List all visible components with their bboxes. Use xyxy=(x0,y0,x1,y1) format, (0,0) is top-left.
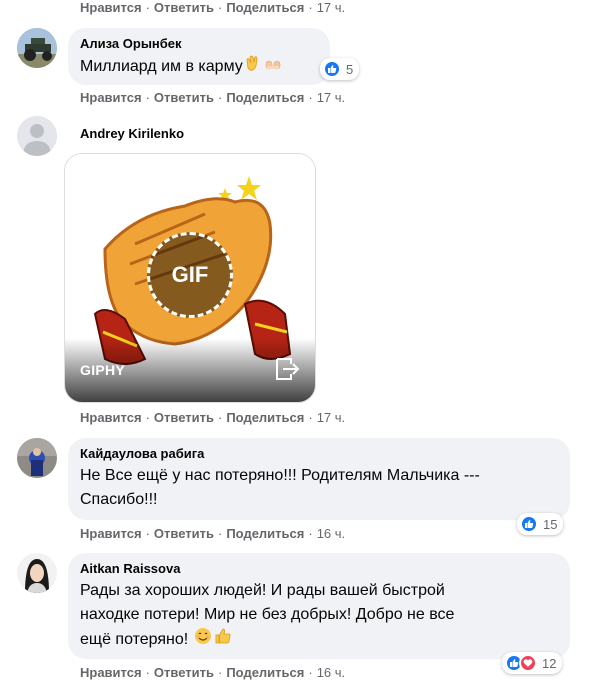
reaction-count: 12 xyxy=(542,655,557,671)
love-reaction-icon xyxy=(519,654,537,672)
avatar[interactable] xyxy=(17,553,57,593)
separator: · xyxy=(217,665,223,680)
comment-text-line: Рады за хороших людей! И рады вашей быст… xyxy=(80,582,445,599)
reply-button[interactable]: Ответить xyxy=(154,410,214,425)
reply-button[interactable]: Ответить xyxy=(154,90,214,105)
reaction-summary[interactable]: 15 xyxy=(517,513,564,535)
reaction-summary[interactable]: 12 xyxy=(502,652,563,674)
comment-actions: Нравится · Ответить · Поделиться · 16 ч. xyxy=(80,526,345,541)
separator: · xyxy=(217,526,223,541)
comment-text-line-with-emoji: ещё потеряно! xyxy=(80,627,558,653)
comment-timestamp[interactable]: 17 ч. xyxy=(317,410,345,425)
separator: · xyxy=(145,410,150,425)
comment-bubble: Кайдаулова рабига Не Все ещё у нас потер… xyxy=(68,438,570,520)
like-reaction-icon xyxy=(520,515,538,533)
like-reaction-icon xyxy=(323,60,341,78)
comment-author[interactable]: Кайдаулова рабига xyxy=(80,446,558,461)
reply-button[interactable]: Ответить xyxy=(154,665,214,680)
like-button[interactable]: Нравится xyxy=(80,0,142,15)
separator: · xyxy=(217,0,223,15)
share-button[interactable]: Поделиться xyxy=(226,90,304,105)
comment-text-body: Миллиард им в карму xyxy=(80,58,243,75)
comment-actions: Нравится · Ответить · Поделиться · 17 ч. xyxy=(80,0,345,15)
like-button[interactable]: Нравится xyxy=(80,410,142,425)
separator: · xyxy=(308,410,313,425)
reply-button[interactable]: Ответить xyxy=(154,0,214,15)
comment-text: Миллиард им в карму xyxy=(80,54,318,80)
comment-text-line: Не Все ещё у нас потеряно!!! Родителям М… xyxy=(80,467,480,484)
reaction-count: 15 xyxy=(543,516,558,532)
comment-actions: Нравится · Ответить · Поделиться · 17 ч. xyxy=(80,410,345,425)
separator: · xyxy=(217,90,223,105)
comment-timestamp[interactable]: 16 ч. xyxy=(317,526,345,541)
comment-bubble: Aitkan Raissova Рады за хороших людей! И… xyxy=(68,553,570,659)
comment-author[interactable]: Aitkan Raissova xyxy=(80,561,558,576)
comment-text: Рады за хороших людей! И рады вашей быст… xyxy=(80,579,558,653)
share-button[interactable]: Поделиться xyxy=(226,410,304,425)
avatar[interactable] xyxy=(17,438,57,478)
comment-actions: Нравится · Ответить · Поделиться · 17 ч. xyxy=(80,90,345,105)
gif-play-badge[interactable]: GIF xyxy=(147,232,233,318)
separator: · xyxy=(145,665,150,680)
separator: · xyxy=(217,410,223,425)
comment-actions: Нравится · Ответить · Поделиться · 16 ч. xyxy=(80,665,345,680)
separator: · xyxy=(308,526,313,541)
reaction-summary[interactable]: 5 xyxy=(320,58,360,80)
separator: · xyxy=(308,90,313,105)
comment-timestamp[interactable]: 17 ч. xyxy=(317,90,345,105)
comment-author[interactable]: Andrey Kirilenko xyxy=(80,126,184,141)
like-button[interactable]: Нравится xyxy=(80,90,142,105)
gif-attachment[interactable]: GIF GIPHY xyxy=(64,153,316,403)
separator: · xyxy=(308,665,313,680)
separator: · xyxy=(145,90,150,105)
comment-timestamp[interactable]: 16 ч. xyxy=(317,665,345,680)
share-button[interactable]: Поделиться xyxy=(226,526,304,541)
comment-timestamp[interactable]: 17 ч. xyxy=(317,0,345,15)
share-button[interactable]: Поделиться xyxy=(226,665,304,680)
like-button[interactable]: Нравится xyxy=(80,526,142,541)
comment-text-line: Спасибо!!! xyxy=(80,491,158,508)
reaction-count: 5 xyxy=(346,61,354,77)
separator: · xyxy=(145,526,150,541)
raised-hands-icon xyxy=(264,54,282,80)
separator: · xyxy=(145,0,150,15)
gif-provider-label: GIPHY xyxy=(80,362,126,378)
clapping-hands-icon xyxy=(244,54,262,80)
share-button[interactable]: Поделиться xyxy=(226,0,304,15)
reply-button[interactable]: Ответить xyxy=(154,526,214,541)
smiling-face-icon xyxy=(194,627,212,653)
comment-text-line: находке потери! Мир не без добрых! Добро… xyxy=(80,606,455,623)
open-external-icon[interactable] xyxy=(271,354,301,384)
avatar[interactable] xyxy=(17,28,57,68)
comment-bubble: Ализа Орынбек Миллиард им в карму xyxy=(68,28,330,85)
thumbs-up-icon xyxy=(214,627,232,653)
separator: · xyxy=(308,0,313,15)
like-button[interactable]: Нравится xyxy=(80,665,142,680)
comment-text-line: ещё потеряно! xyxy=(80,631,189,648)
comment-text: Не Все ещё у нас потеряно!!! Родителям М… xyxy=(80,464,558,512)
comment-author[interactable]: Ализа Орынбек xyxy=(80,36,318,51)
avatar[interactable] xyxy=(17,116,57,156)
